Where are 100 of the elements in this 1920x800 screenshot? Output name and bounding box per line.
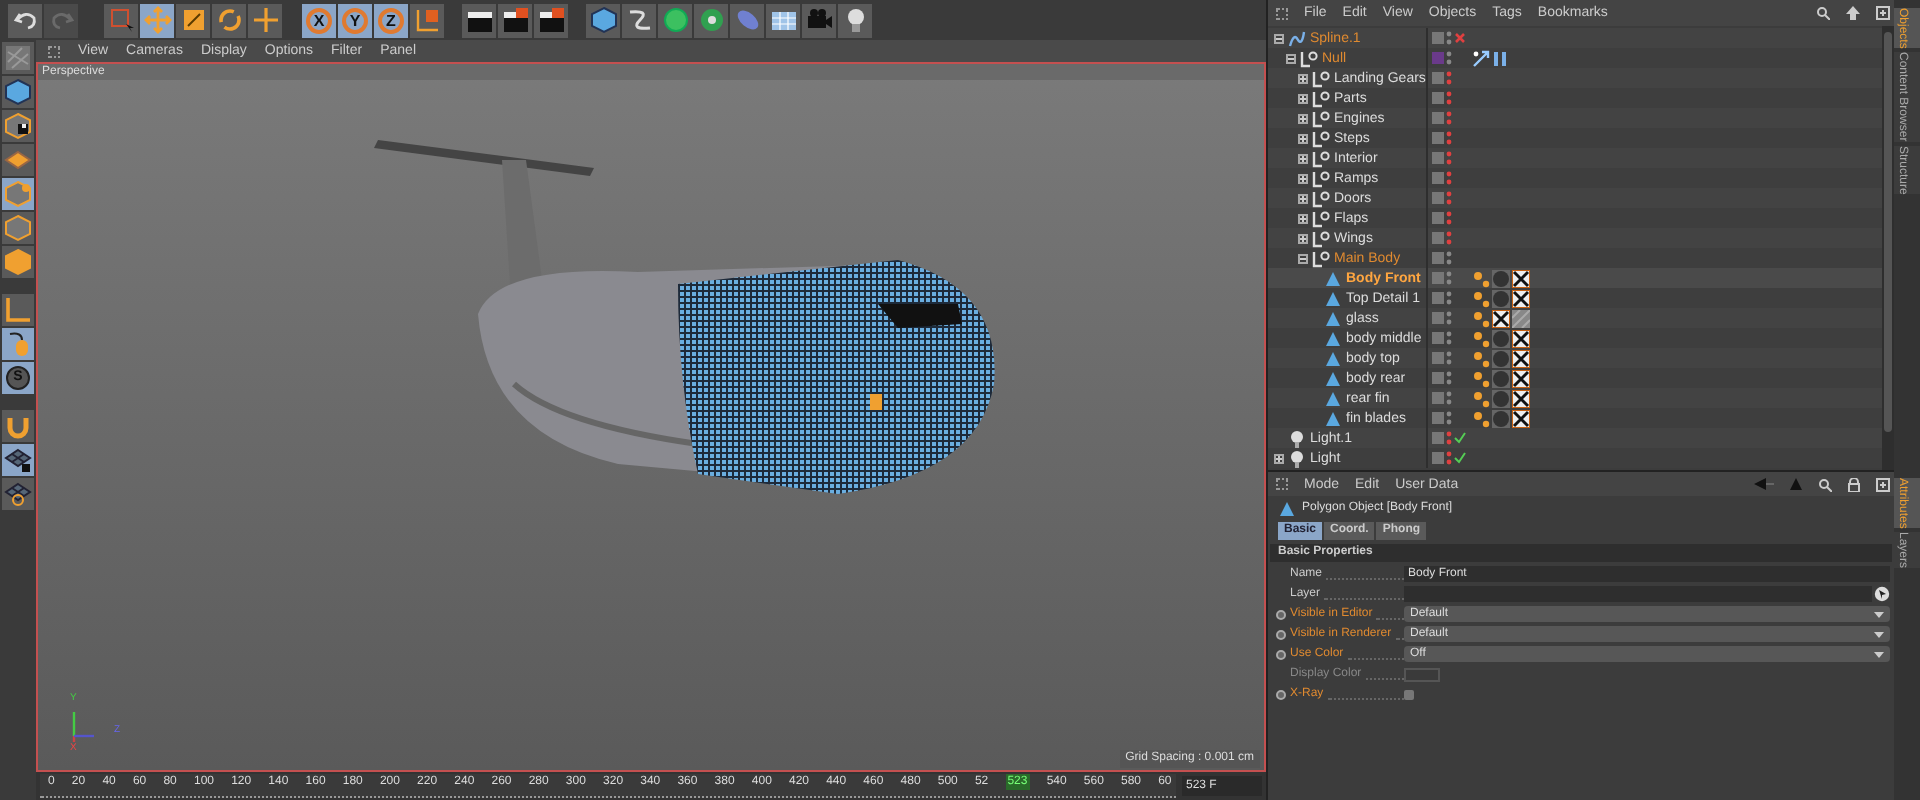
visibility-dots-icon[interactable] <box>1446 250 1452 266</box>
phong-tag-icon[interactable] <box>1472 349 1490 367</box>
home-icon[interactable] <box>1846 6 1860 20</box>
tool-button[interactable] <box>462 3 496 37</box>
lock-icon[interactable] <box>1848 477 1860 491</box>
layer-swatch[interactable] <box>1432 192 1444 204</box>
layer-swatch[interactable] <box>1432 272 1444 284</box>
layer-swatch[interactable] <box>1432 432 1444 444</box>
visibility-dots-icon[interactable] <box>1446 50 1452 66</box>
keyframe-icon[interactable] <box>1276 689 1286 699</box>
phong-tag-icon[interactable] <box>1472 289 1490 307</box>
checkbox[interactable] <box>1404 689 1414 699</box>
visibility-dots-icon[interactable] <box>1446 30 1452 46</box>
visibility-dots-icon[interactable] <box>1446 70 1452 86</box>
visibility-dots-icon[interactable] <box>1446 190 1452 206</box>
uv-tag-icon[interactable] <box>1512 289 1530 307</box>
pick-icon[interactable] <box>1874 586 1890 602</box>
back-arrow-icon[interactable] <box>1754 478 1774 490</box>
keyframe-icon[interactable] <box>1276 609 1286 619</box>
material-tag-icon[interactable] <box>1512 309 1530 327</box>
tool-button[interactable] <box>2 110 34 142</box>
phong-tag-icon[interactable] <box>1472 329 1490 347</box>
tool-button[interactable] <box>8 3 42 37</box>
expand-icon[interactable] <box>1298 73 1308 83</box>
expand-icon[interactable] <box>1298 193 1308 203</box>
tool-button[interactable] <box>766 3 800 37</box>
layer-swatch[interactable] <box>1432 172 1444 184</box>
expand-icon[interactable] <box>1876 477 1890 491</box>
layer-swatch[interactable] <box>1432 52 1444 64</box>
expand-icon[interactable] <box>1298 133 1308 143</box>
visibility-dots-icon[interactable] <box>1446 210 1452 226</box>
visibility-dots-icon[interactable] <box>1446 270 1452 286</box>
expand-icon[interactable] <box>1298 173 1308 183</box>
layer-swatch[interactable] <box>1432 252 1444 264</box>
phong-tag-icon[interactable] <box>1472 409 1490 427</box>
axis-lock-button[interactable]: Y <box>338 3 372 37</box>
expand-icon[interactable] <box>1298 233 1308 243</box>
layer-swatch[interactable] <box>1432 332 1444 344</box>
uv-tag-icon[interactable] <box>1512 329 1530 347</box>
tool-button[interactable] <box>622 3 656 37</box>
visibility-dots-icon[interactable] <box>1446 170 1452 186</box>
search-icon[interactable] <box>1816 6 1830 20</box>
collapse-icon[interactable] <box>1286 53 1296 63</box>
tool-button[interactable] <box>534 3 568 37</box>
layer-swatch[interactable] <box>1432 232 1444 244</box>
tool-button[interactable] <box>2 444 34 476</box>
tool-button[interactable] <box>694 3 728 37</box>
layer-swatch[interactable] <box>1432 32 1444 44</box>
visibility-dots-icon[interactable] <box>1446 370 1452 386</box>
tool-button[interactable] <box>838 3 872 37</box>
visibility-dots-icon[interactable] <box>1446 390 1452 406</box>
up-arrow-icon[interactable] <box>1790 478 1802 490</box>
expand-icon[interactable] <box>1298 153 1308 163</box>
visibility-dots-icon[interactable] <box>1446 150 1452 166</box>
uv-tag-icon[interactable] <box>1512 349 1530 367</box>
expand-icon[interactable] <box>1274 453 1284 463</box>
layer-swatch[interactable] <box>1432 312 1444 324</box>
layer-swatch[interactable] <box>1432 452 1444 464</box>
visibility-dots-icon[interactable] <box>1446 350 1452 366</box>
layer-swatch[interactable] <box>1432 152 1444 164</box>
tool-button[interactable] <box>2 328 34 360</box>
visibility-dots-icon[interactable] <box>1446 230 1452 246</box>
phong-tag-icon[interactable] <box>1472 309 1490 327</box>
collapse-icon[interactable] <box>1298 253 1308 263</box>
expand-icon[interactable] <box>1298 213 1308 223</box>
expand-icon[interactable] <box>1876 6 1890 20</box>
phong-tag-icon[interactable] <box>1472 269 1490 287</box>
collapse-icon[interactable] <box>1274 33 1284 43</box>
search-icon[interactable] <box>1818 477 1832 491</box>
target-tag-icon[interactable] <box>1472 49 1490 67</box>
layer-swatch[interactable] <box>1432 112 1444 124</box>
expand-icon[interactable] <box>1298 93 1308 103</box>
layer-swatch[interactable] <box>1432 292 1444 304</box>
uv-tag-icon[interactable] <box>1512 389 1530 407</box>
layer-swatch[interactable] <box>1432 372 1444 384</box>
visibility-dots-icon[interactable] <box>1446 330 1452 346</box>
visibility-dots-icon[interactable] <box>1446 90 1452 106</box>
keyframe-icon[interactable] <box>1276 629 1286 639</box>
keyframe-icon[interactable] <box>1276 649 1286 659</box>
visibility-dots-icon[interactable] <box>1446 410 1452 426</box>
scrollbar[interactable] <box>1882 26 1894 470</box>
visibility-dots-icon[interactable] <box>1446 110 1452 126</box>
layer-field[interactable] <box>1404 586 1872 602</box>
layer-swatch[interactable] <box>1432 352 1444 364</box>
layer-swatch[interactable] <box>1432 72 1444 84</box>
visibility-dots-icon[interactable] <box>1446 290 1452 306</box>
phong-tag-icon[interactable] <box>1472 389 1490 407</box>
axis-lock-button[interactable]: Z <box>374 3 408 37</box>
visibility-dots-icon[interactable] <box>1446 310 1452 326</box>
tool-button[interactable] <box>2 478 34 510</box>
layer-swatch[interactable] <box>1432 392 1444 404</box>
layer-swatch[interactable] <box>1432 92 1444 104</box>
expand-icon[interactable] <box>1298 113 1308 123</box>
layer-swatch[interactable] <box>1432 132 1444 144</box>
tool-button[interactable] <box>498 3 532 37</box>
uv-tag-icon[interactable] <box>1512 409 1530 427</box>
uv-tag-icon[interactable] <box>1492 309 1510 327</box>
layer-swatch[interactable] <box>1432 212 1444 224</box>
visibility-dots-icon[interactable] <box>1446 450 1452 466</box>
bars-tag-icon[interactable] <box>1492 49 1510 67</box>
